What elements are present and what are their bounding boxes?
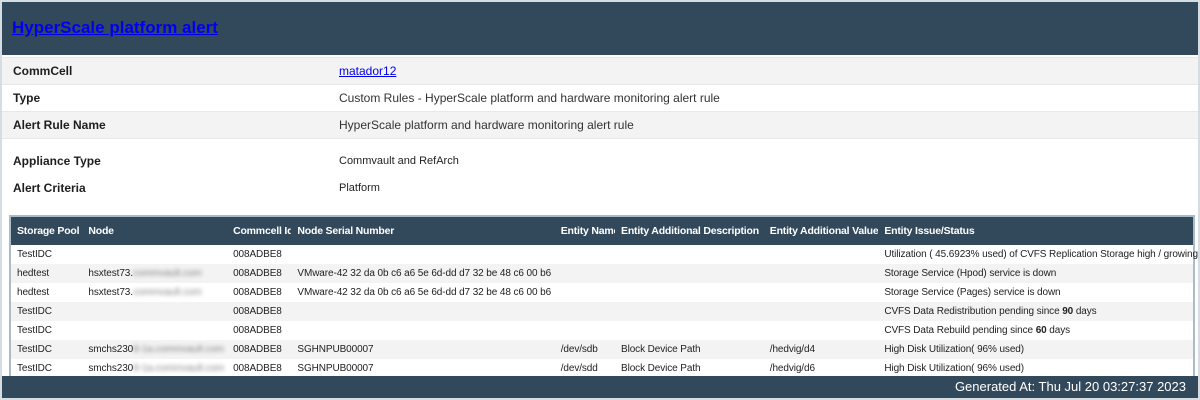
alert-rule-name-value: HyperScale platform and hardware monitor…	[339, 118, 634, 132]
column-header-storage-pool: Storage Pool	[10, 216, 82, 245]
commcell-link[interactable]: matador12	[339, 64, 396, 78]
table-row: TestIDC 008ADBE8 CVFS Data Rebuild pending…	[10, 321, 1194, 340]
cell-node-serial	[291, 245, 554, 264]
cell-node: hsxtest73.commvault.com	[82, 264, 227, 283]
column-header-entity-name: Entity Name	[555, 216, 615, 245]
table-row: TestIDCsmchs2308-1a.commvault.com008ADBE…	[10, 340, 1194, 359]
cell-node	[82, 302, 227, 321]
cell-node-serial: VMware-42 32 da 0b c6 a6 5e 6d-dd d7 32 …	[291, 264, 554, 283]
cell-entity-add-value: /hedvig/d4	[764, 340, 879, 359]
cell-status: CVFS Data Rebuild pending since 60 days	[878, 321, 1194, 340]
generated-at-text: Generated At: Thu Jul 20 03:27:37 2023	[955, 379, 1186, 394]
cell-entity-add-desc	[615, 302, 764, 321]
cell-node: hsxtest73.commvault.com	[82, 283, 227, 302]
cell-commcell-id: 008ADBE8	[227, 245, 291, 264]
alert-info-section: CommCell matador12 Type Custom Rules - H…	[2, 57, 1198, 201]
info-divider-gap	[2, 139, 1198, 147]
cell-entity-add-desc	[615, 245, 764, 264]
alert-criteria-label: Alert Criteria	[2, 181, 339, 195]
title-bar: HyperScale platform alert	[2, 2, 1198, 55]
column-header-node: Node	[82, 216, 227, 245]
cell-entity-add-desc: Block Device Path	[615, 340, 764, 359]
cell-commcell-id: 008ADBE8	[227, 264, 291, 283]
cell-entity-add-desc	[615, 321, 764, 340]
cell-commcell-id: 008ADBE8	[227, 321, 291, 340]
cell-entity-name	[555, 321, 615, 340]
info-row-alert-rule-name: Alert Rule Name HyperScale platform and …	[2, 111, 1198, 139]
column-header-entity-add-value: Entity Additional Value	[764, 216, 879, 245]
cell-node-serial	[291, 302, 554, 321]
column-header-status: Entity Issue/Status	[878, 216, 1194, 245]
table-row: TestIDC 008ADBE8 CVFS Data Redistribution …	[10, 302, 1194, 321]
cell-node	[82, 245, 227, 264]
cell-commcell-id: 008ADBE8	[227, 340, 291, 359]
info-row-type: Type Custom Rules - HyperScale platform …	[2, 85, 1198, 111]
alert-report-page: HyperScale platform alert CommCell matad…	[0, 0, 1200, 400]
cell-status: Storage Service (Hpod) service is down	[878, 264, 1194, 283]
redacted-node-text: commvault.com	[133, 268, 202, 279]
cell-node-serial: VMware-42 32 da 0b c6 a6 5e 6d-dd d7 32 …	[291, 283, 554, 302]
cell-entity-name	[555, 283, 615, 302]
alert-criteria-value: Platform	[339, 182, 380, 194]
cell-node: smchs2308-1a.commvault.com	[82, 340, 227, 359]
commcell-label: CommCell	[2, 64, 339, 78]
redacted-node-text: 8-1a.commvault.com	[133, 344, 224, 355]
cell-storage-pool: TestIDC	[10, 245, 82, 264]
cell-status: High Disk Utilization( 96% used)	[878, 340, 1194, 359]
cell-entity-add-value	[764, 321, 879, 340]
cell-entity-add-desc	[615, 264, 764, 283]
cell-status: CVFS Data Redistribution pending since 9…	[878, 302, 1194, 321]
cell-node-serial	[291, 321, 554, 340]
type-value: Custom Rules - HyperScale platform and h…	[339, 91, 720, 105]
cell-entity-add-value	[764, 283, 879, 302]
cell-entity-add-value	[764, 245, 879, 264]
column-header-commcell-id: Commcell Id	[227, 216, 291, 245]
table-row: hedtesthsxtest73.commvault.com008ADBE8VM…	[10, 283, 1194, 302]
cell-entity-name	[555, 245, 615, 264]
footer-bar: Generated At: Thu Jul 20 03:27:37 2023	[2, 376, 1198, 398]
cell-node	[82, 321, 227, 340]
cell-storage-pool: TestIDC	[10, 302, 82, 321]
cell-storage-pool: TestIDC	[10, 321, 82, 340]
cell-status: Storage Service (Pages) service is down	[878, 283, 1194, 302]
table-row: TestIDC 008ADBE8 Utilization ( 45.6923% us…	[10, 245, 1194, 264]
table-row: hedtesthsxtest73.commvault.com008ADBE8VM…	[10, 264, 1194, 283]
alert-rule-name-label: Alert Rule Name	[2, 118, 339, 132]
table-header-row: Storage PoolNodeCommcell IdNode Serial N…	[10, 216, 1194, 245]
cell-entity-add-desc	[615, 283, 764, 302]
cell-entity-name	[555, 264, 615, 283]
type-label: Type	[2, 91, 339, 105]
cell-entity-add-value	[764, 302, 879, 321]
redacted-node-text: commvault.com	[133, 287, 202, 298]
cell-storage-pool: hedtest	[10, 264, 82, 283]
cell-commcell-id: 008ADBE8	[227, 283, 291, 302]
cell-entity-name	[555, 302, 615, 321]
redacted-node-text: 8-1a.commvault.com	[133, 363, 224, 374]
info-row-commcell: CommCell matador12	[2, 57, 1198, 85]
column-header-node-serial: Node Serial Number	[291, 216, 554, 245]
cell-node-serial: SGHNPUB00007	[291, 340, 554, 359]
cell-storage-pool: TestIDC	[10, 340, 82, 359]
cell-commcell-id: 008ADBE8	[227, 302, 291, 321]
entity-status-table: Storage PoolNodeCommcell IdNode Serial N…	[9, 215, 1195, 380]
column-header-entity-add-desc: Entity Additional Description	[615, 216, 764, 245]
alert-title-link[interactable]: HyperScale platform alert	[12, 18, 218, 38]
cell-entity-add-value	[764, 264, 879, 283]
cell-entity-name: /dev/sdb	[555, 340, 615, 359]
cell-storage-pool: hedtest	[10, 283, 82, 302]
info-row-alert-criteria: Alert Criteria Platform	[2, 174, 1198, 201]
cell-status: Utilization ( 45.6923% used) of CVFS Rep…	[878, 245, 1194, 264]
info-row-appliance-type: Appliance Type Commvault and RefArch	[2, 147, 1198, 174]
appliance-type-label: Appliance Type	[2, 154, 339, 168]
appliance-type-value: Commvault and RefArch	[339, 155, 459, 167]
